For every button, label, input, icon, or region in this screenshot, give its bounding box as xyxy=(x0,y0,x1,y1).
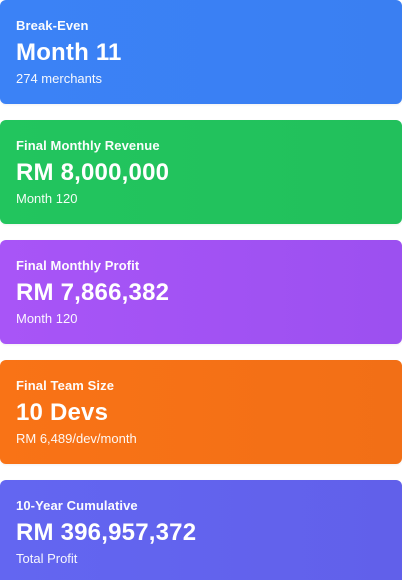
card-label: Final Monthly Profit xyxy=(16,258,140,273)
break-even-card: Break-Even Month 11 274 merchants xyxy=(0,0,402,104)
card-subtext: Month 120 xyxy=(16,311,78,326)
final-monthly-revenue-card: Final Monthly Revenue RM 8,000,000 Month… xyxy=(0,120,402,224)
card-value: RM 8,000,000 xyxy=(16,159,170,186)
card-value: Month 11 xyxy=(16,39,122,66)
final-monthly-profit-card: Final Monthly Profit RM 7,866,382 Month … xyxy=(0,240,402,344)
card-label: 10-Year Cumulative xyxy=(16,498,138,513)
card-subtext: Total Profit xyxy=(16,551,78,566)
card-value: RM 7,866,382 xyxy=(16,279,170,306)
final-team-size-card: Final Team Size 10 Devs RM 6,489/dev/mon… xyxy=(0,360,402,464)
ten-year-cumulative-card: 10-Year Cumulative RM 396,957,372 Total … xyxy=(0,480,402,580)
card-label: Final Monthly Revenue xyxy=(16,138,160,153)
card-label: Break-Even xyxy=(16,18,89,33)
card-value: RM 396,957,372 xyxy=(16,519,197,546)
summary-cards: Break-Even Month 11 274 merchants Final … xyxy=(0,0,402,580)
card-value: 10 Devs xyxy=(16,399,109,426)
card-subtext: RM 6,489/dev/month xyxy=(16,431,137,446)
card-subtext: Month 120 xyxy=(16,191,78,206)
card-subtext: 274 merchants xyxy=(16,71,102,86)
card-label: Final Team Size xyxy=(16,378,115,393)
